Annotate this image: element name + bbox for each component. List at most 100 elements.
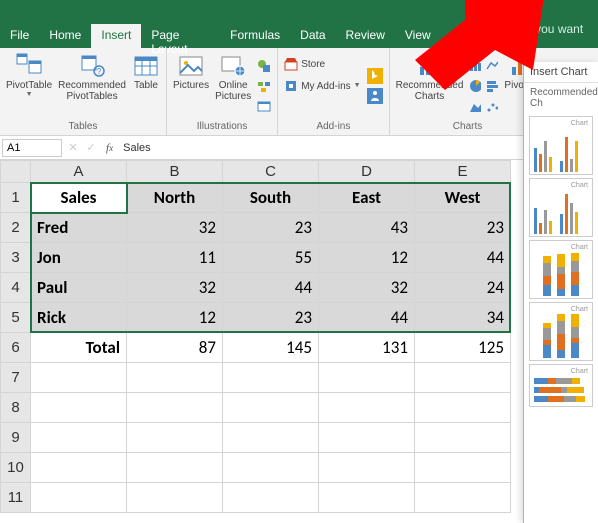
cancel-formula-button[interactable]: ✕	[64, 141, 82, 154]
cell-A1[interactable]: Sales	[31, 183, 127, 213]
shapes-button[interactable]	[255, 56, 273, 76]
cell-B5[interactable]: 12	[127, 303, 223, 333]
cell-B2[interactable]: 32	[127, 213, 223, 243]
cell-E5[interactable]: 34	[415, 303, 511, 333]
name-box[interactable]: A1	[2, 139, 62, 157]
row-header-11[interactable]: 11	[1, 483, 31, 513]
row-header-2[interactable]: 2	[1, 213, 31, 243]
pivottable-button[interactable]: PivotTable ▼	[4, 50, 54, 121]
tab-file[interactable]: File	[0, 24, 39, 48]
row-header-1[interactable]: 1	[1, 183, 31, 213]
tab-home[interactable]: Home	[39, 24, 91, 48]
cell-E2[interactable]: 23	[415, 213, 511, 243]
cell-D10[interactable]	[319, 453, 415, 483]
cell-E8[interactable]	[415, 393, 511, 423]
bing-maps-button[interactable]	[365, 66, 385, 86]
cell-E10[interactable]	[415, 453, 511, 483]
chart-thumb-stacked-column[interactable]: Chart	[529, 240, 593, 299]
pie-chart-button[interactable]	[467, 76, 483, 96]
select-all-corner[interactable]	[1, 161, 31, 183]
cell-E1[interactable]: West	[415, 183, 511, 213]
cell-A3[interactable]: Jon	[31, 243, 127, 273]
cell-D11[interactable]	[319, 483, 415, 513]
chart-thumb-stacked-column-2[interactable]: Chart	[529, 302, 593, 361]
pictures-button[interactable]: Pictures	[171, 50, 211, 121]
cell-D3[interactable]: 12	[319, 243, 415, 273]
cell-E7[interactable]	[415, 363, 511, 393]
cell-B11[interactable]	[127, 483, 223, 513]
cell-A9[interactable]	[31, 423, 127, 453]
cell-A5[interactable]: Rick	[31, 303, 127, 333]
area-chart-button[interactable]	[467, 97, 483, 117]
row-header-10[interactable]: 10	[1, 453, 31, 483]
cell-D5[interactable]: 44	[319, 303, 415, 333]
bar-chart-button[interactable]	[484, 76, 500, 96]
col-header-D[interactable]: D	[319, 161, 415, 183]
cell-E4[interactable]: 24	[415, 273, 511, 303]
grid[interactable]: A B C D E 1 Sales North South East West …	[0, 160, 511, 513]
cell-C4[interactable]: 44	[223, 273, 319, 303]
tab-review[interactable]: Review	[336, 24, 395, 48]
cell-E11[interactable]	[415, 483, 511, 513]
chart-thumb-stacked-bar[interactable]: Chart	[529, 364, 593, 407]
cell-B9[interactable]	[127, 423, 223, 453]
cell-C11[interactable]	[223, 483, 319, 513]
col-header-A[interactable]: A	[31, 161, 127, 183]
cell-E6[interactable]: 125	[415, 333, 511, 363]
recommended-charts-button[interactable]: ? Recommended Charts	[394, 50, 466, 121]
cell-D8[interactable]	[319, 393, 415, 423]
cell-C1[interactable]: South	[223, 183, 319, 213]
cell-C2[interactable]: 23	[223, 213, 319, 243]
cell-C9[interactable]	[223, 423, 319, 453]
cell-B1[interactable]: North	[127, 183, 223, 213]
row-header-9[interactable]: 9	[1, 423, 31, 453]
row-header-5[interactable]: 5	[1, 303, 31, 333]
table-button[interactable]: Table	[130, 50, 162, 121]
col-header-E[interactable]: E	[415, 161, 511, 183]
column-chart-button[interactable]	[467, 55, 483, 75]
smartart-button[interactable]	[255, 76, 273, 96]
cell-A6[interactable]: Total	[31, 333, 127, 363]
cell-E3[interactable]: 44	[415, 243, 511, 273]
cell-C7[interactable]	[223, 363, 319, 393]
tab-data[interactable]: Data	[290, 24, 335, 48]
people-graph-button[interactable]	[365, 86, 385, 106]
row-header-7[interactable]: 7	[1, 363, 31, 393]
cell-C10[interactable]	[223, 453, 319, 483]
tab-formulas[interactable]: Formulas	[220, 24, 290, 48]
row-header-8[interactable]: 8	[1, 393, 31, 423]
cell-B3[interactable]: 11	[127, 243, 223, 273]
chart-thumb-clustered-column-1[interactable]: Chart	[529, 116, 593, 175]
cell-B8[interactable]	[127, 393, 223, 423]
worksheet[interactable]: A B C D E 1 Sales North South East West …	[0, 160, 598, 513]
cell-B10[interactable]	[127, 453, 223, 483]
cell-E9[interactable]	[415, 423, 511, 453]
cell-C3[interactable]: 55	[223, 243, 319, 273]
cell-D9[interactable]	[319, 423, 415, 453]
col-header-C[interactable]: C	[223, 161, 319, 183]
cell-C6[interactable]: 145	[223, 333, 319, 363]
row-header-6[interactable]: 6	[1, 333, 31, 363]
cell-A4[interactable]: Paul	[31, 273, 127, 303]
screenshot-button[interactable]	[255, 96, 273, 116]
tab-view[interactable]: View	[395, 24, 441, 48]
cell-D1[interactable]: East	[319, 183, 415, 213]
online-pictures-button[interactable]: Online Pictures	[213, 50, 253, 121]
cell-A8[interactable]	[31, 393, 127, 423]
chart-thumb-clustered-column-2[interactable]: Chart	[529, 178, 593, 237]
enter-formula-button[interactable]: ✓	[82, 141, 100, 154]
cell-C8[interactable]	[223, 393, 319, 423]
fx-icon[interactable]: fx	[100, 142, 119, 154]
scatter-chart-button[interactable]	[484, 97, 500, 117]
tab-insert[interactable]: Insert	[91, 24, 141, 48]
my-addins-button[interactable]: My Add-ins ▼	[282, 76, 362, 96]
cell-A7[interactable]	[31, 363, 127, 393]
cell-D6[interactable]: 131	[319, 333, 415, 363]
tab-page-layout[interactable]: Page Layout	[141, 24, 220, 48]
tell-me[interactable]: Tell me what you want to d	[441, 24, 598, 48]
cell-A11[interactable]	[31, 483, 127, 513]
cell-A2[interactable]: Fred	[31, 213, 127, 243]
row-header-3[interactable]: 3	[1, 243, 31, 273]
cell-D7[interactable]	[319, 363, 415, 393]
cell-B4[interactable]: 32	[127, 273, 223, 303]
